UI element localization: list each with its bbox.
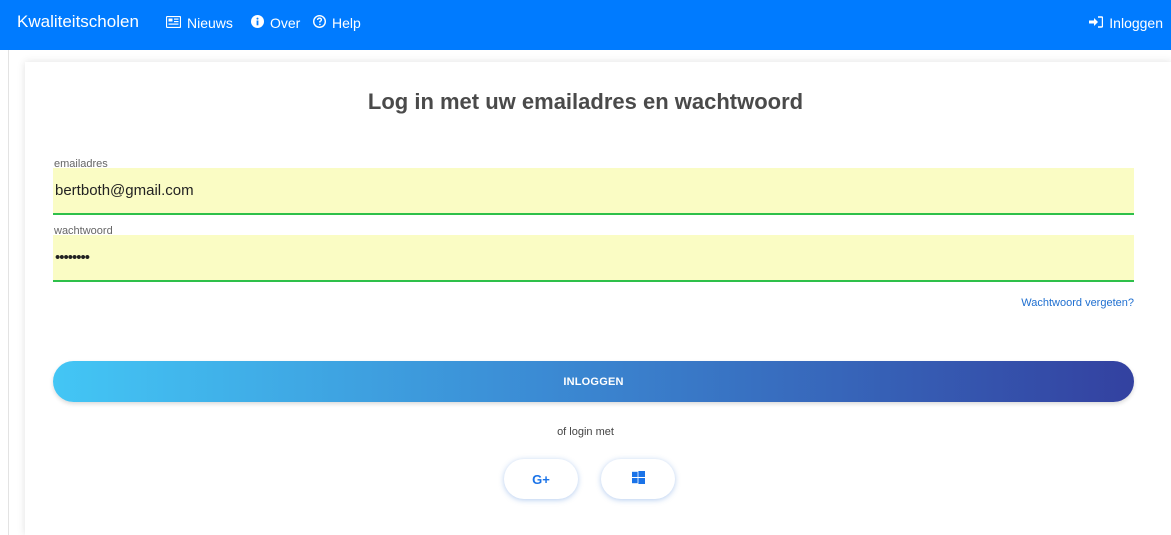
nav-item-help[interactable]: Help bbox=[312, 14, 361, 31]
alt-login-text: of login met bbox=[557, 426, 614, 438]
info-icon bbox=[251, 15, 264, 31]
windows-icon bbox=[631, 471, 645, 487]
question-icon bbox=[312, 14, 327, 31]
page-background bbox=[8, 50, 1171, 535]
login-card bbox=[25, 62, 1171, 535]
email-field[interactable] bbox=[53, 168, 1134, 215]
forgot-password-link[interactable]: Wachtwoord vergeten? bbox=[1021, 297, 1134, 309]
nav-item-label: Help bbox=[332, 15, 361, 31]
login-button[interactable]: INLOGGEN bbox=[53, 361, 1134, 402]
login-link-label: Inloggen bbox=[1109, 15, 1163, 31]
nav-item-label: Nieuws bbox=[187, 15, 233, 31]
google-plus-icon: G+ bbox=[532, 471, 550, 487]
nav-item-over[interactable]: Over bbox=[251, 15, 300, 31]
login-title: Log in met uw emailadres en wachtwoord bbox=[367, 89, 804, 114]
nav-item-label: Over bbox=[270, 15, 301, 31]
nav-item-nieuws[interactable]: Nieuws bbox=[165, 15, 233, 31]
microsoft-login-button[interactable] bbox=[601, 459, 675, 499]
google-login-button[interactable]: G+ bbox=[504, 459, 578, 499]
password-field[interactable] bbox=[53, 235, 1134, 282]
sign-in-icon bbox=[1089, 15, 1104, 31]
brand-link[interactable]: Kwaliteitscholen bbox=[17, 12, 139, 32]
top-navbar: Kwaliteitscholen Nieuws Over Help Inlogg… bbox=[0, 0, 1171, 50]
login-link[interactable]: Inloggen bbox=[1089, 15, 1163, 31]
newspaper-icon bbox=[165, 15, 182, 31]
